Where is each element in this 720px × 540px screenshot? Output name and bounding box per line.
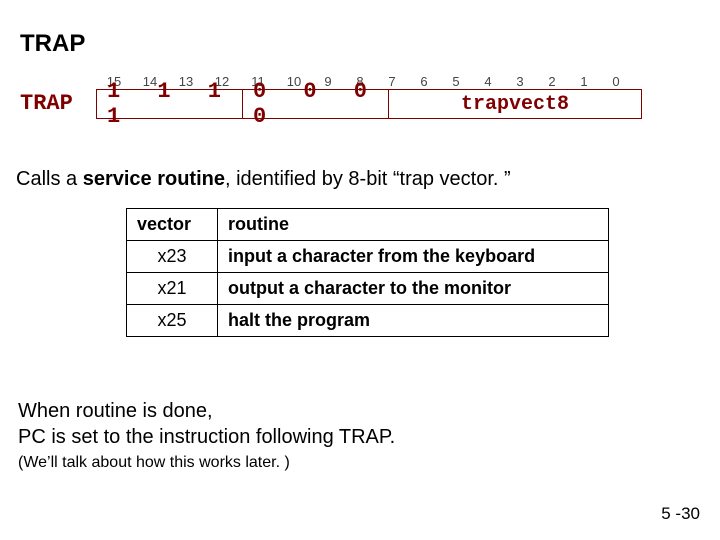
desc-bold: service routine [83, 168, 225, 190]
trap-vector-table: vector routine x23 input a character fro… [126, 208, 609, 337]
header-routine: routine [218, 209, 609, 241]
bit-label: 0 [600, 74, 632, 89]
slide-title: TRAP [20, 30, 85, 58]
cell-routine: output a character to the monitor [218, 273, 609, 305]
cell-routine: halt the program [218, 305, 609, 337]
table-row: x25 halt the program [127, 305, 609, 337]
footer-line: When routine is done, [18, 400, 213, 422]
description: Calls a service routine, identified by 8… [16, 168, 511, 191]
mnemonic: TRAP [20, 89, 96, 119]
cell-vector: x21 [127, 273, 218, 305]
bit-label: 1 [568, 74, 600, 89]
desc-prefix: Calls a [16, 168, 83, 190]
instruction-encoding: 15 14 13 12 11 10 9 8 7 6 5 4 3 2 1 0 TR… [20, 74, 642, 119]
footer-aside: (We’ll talk about how this works later. … [18, 454, 290, 472]
opcode-field: 1 1 1 1 [96, 89, 242, 119]
cell-vector: x23 [127, 241, 218, 273]
bit-label: 5 [440, 74, 472, 89]
instruction-fields: TRAP 1 1 1 1 0 0 0 0 trapvect8 [20, 89, 642, 119]
table-row: x21 output a character to the monitor [127, 273, 609, 305]
header-vector: vector [127, 209, 218, 241]
page-number: 5 -30 [661, 504, 700, 524]
cell-vector: x25 [127, 305, 218, 337]
bit-label: 2 [536, 74, 568, 89]
trapvect-field: trapvect8 [388, 89, 642, 119]
bit-label: 4 [472, 74, 504, 89]
bit-label: 6 [408, 74, 440, 89]
footer-note: When routine is done, PC is set to the i… [18, 398, 395, 450]
cell-routine: input a character from the keyboard [218, 241, 609, 273]
zero-field: 0 0 0 0 [242, 89, 388, 119]
slide: TRAP 15 14 13 12 11 10 9 8 7 6 5 4 3 2 1… [0, 0, 720, 540]
footer-line: PC is set to the instruction following T… [18, 426, 395, 448]
table-header-row: vector routine [127, 209, 609, 241]
bit-label: 3 [504, 74, 536, 89]
desc-suffix: , identified by 8-bit “trap vector. ” [225, 168, 511, 190]
table-row: x23 input a character from the keyboard [127, 241, 609, 273]
